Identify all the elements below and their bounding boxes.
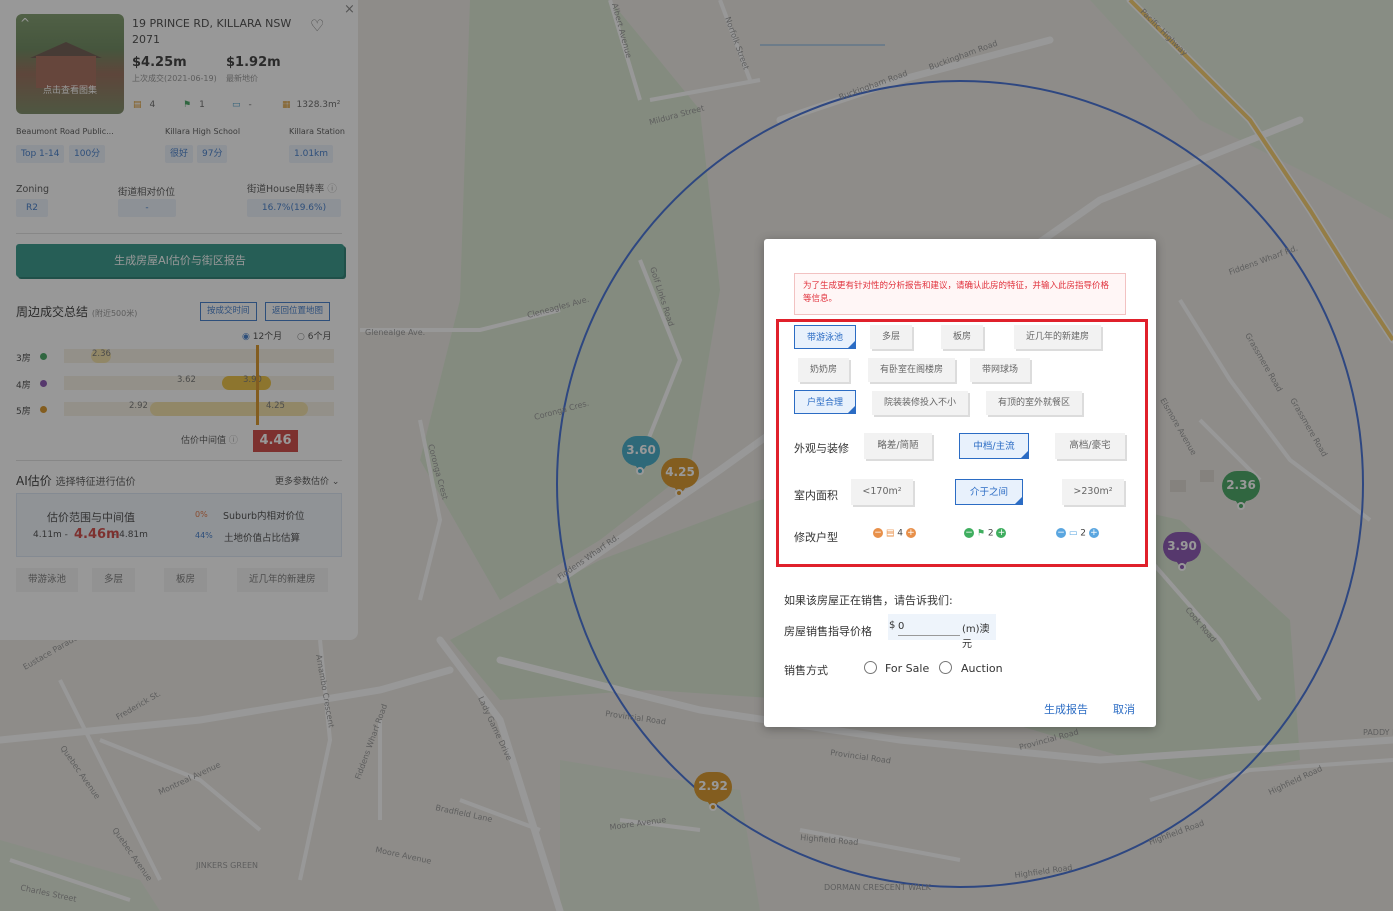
for-sale-radio[interactable]	[864, 661, 877, 674]
modal-overlay[interactable]	[0, 0, 1393, 911]
sale-prompt: 如果该房屋正在销售，请告诉我们:	[784, 594, 953, 607]
plus-icon[interactable]: +	[905, 528, 916, 538]
minus-icon[interactable]: −	[1056, 528, 1066, 538]
auction-label[interactable]: Auction	[961, 662, 1003, 675]
bathroom-stepper: − ⚑ 2 +	[964, 528, 1007, 539]
tag-multi-storey[interactable]: 多层	[870, 325, 913, 349]
bedroom-stepper: − ▤ 4 +	[873, 528, 916, 539]
currency-symbol: $	[889, 620, 896, 631]
interior-area-label: 室内面积	[794, 489, 838, 502]
feature-confirm-dialog: 为了生成更有针对性的分析报告和建议，请确认此房的特征，并输入此房指导价格等信息。…	[764, 239, 1156, 727]
plus-icon[interactable]: +	[1088, 528, 1099, 538]
tag-new-build[interactable]: 近几年的新建房	[1014, 325, 1102, 349]
auction-radio[interactable]	[939, 661, 952, 674]
tag-attic-bedroom[interactable]: 有卧室在阁楼房	[868, 358, 956, 382]
tag-renovation[interactable]: 院装装修投入不小	[872, 391, 969, 415]
tag-weatherboard[interactable]: 板房	[941, 325, 984, 349]
exterior-label: 外观与装修	[794, 442, 849, 455]
minus-icon[interactable]: −	[964, 528, 974, 538]
price-unit: (m)澳元	[962, 624, 990, 650]
bed-icon: ▤	[885, 528, 895, 539]
tag-good-layout[interactable]: 户型合理	[794, 390, 857, 414]
guide-price-input[interactable]	[898, 618, 960, 636]
guide-price-field: $ (m)澳元	[888, 614, 996, 650]
exterior-option-luxury[interactable]: 高档/豪宅	[1055, 433, 1125, 459]
for-sale-label[interactable]: For Sale	[885, 662, 929, 675]
guide-price-label: 房屋销售指导价格	[784, 625, 872, 638]
tag-covered-dining[interactable]: 有顶的室外就餐区	[986, 391, 1083, 415]
exterior-option-standard[interactable]: 中档/主流	[959, 433, 1029, 459]
tag-tennis-court[interactable]: 带网球场	[970, 358, 1031, 382]
sale-method-label: 销售方式	[784, 664, 828, 677]
bath-icon: ⚑	[976, 528, 985, 539]
tag-pool[interactable]: 带游泳池	[794, 325, 857, 349]
car-icon: ▭	[1068, 528, 1078, 539]
modify-layout-label: 修改户型	[794, 531, 838, 544]
minus-icon[interactable]: −	[873, 528, 883, 538]
generate-report-button[interactable]: 生成报告	[1044, 701, 1088, 717]
area-option-medium[interactable]: 介于之间	[955, 479, 1023, 505]
notice-message: 为了生成更有针对性的分析报告和建议，请确认此房的特征，并输入此房指导价格等信息。	[794, 273, 1126, 315]
area-option-small[interactable]: <170m²	[851, 479, 913, 505]
cancel-button[interactable]: 取消	[1113, 701, 1135, 717]
exterior-option-basic[interactable]: 略差/简陋	[864, 433, 932, 459]
tag-granny-flat[interactable]: 奶奶房	[798, 358, 850, 382]
parking-stepper: − ▭ 2 +	[1056, 528, 1099, 539]
plus-icon[interactable]: +	[996, 528, 1007, 538]
area-option-large[interactable]: >230m²	[1062, 479, 1124, 505]
